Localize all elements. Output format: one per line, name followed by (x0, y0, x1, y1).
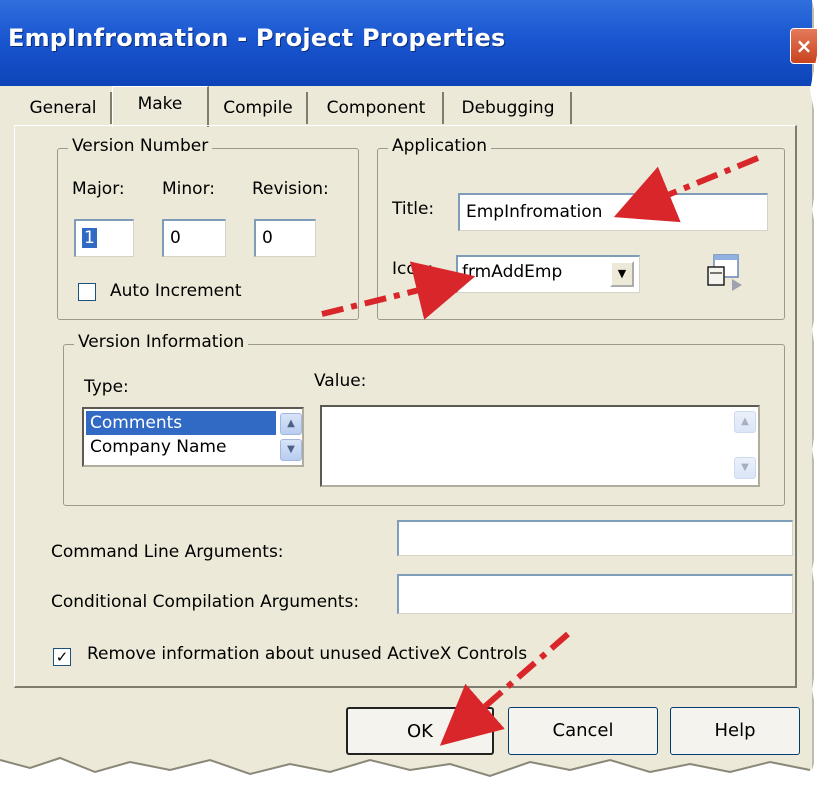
window-title: EmpInfromation - Project Properties (8, 24, 506, 52)
minor-input[interactable]: 0 (162, 219, 226, 257)
command-line-label: Command Line Arguments: (51, 542, 284, 562)
conditional-compilation-label: Conditional Compilation Arguments: (51, 592, 360, 612)
version-number-legend: Version Number (68, 136, 213, 156)
list-item[interactable]: Comments (86, 411, 276, 435)
form-icon (707, 254, 742, 291)
scroll-down-icon[interactable]: ▼ (280, 439, 302, 461)
revision-label: Revision: (252, 179, 329, 199)
close-icon: × (795, 34, 813, 58)
icon-label: Icon: (392, 259, 434, 279)
minor-label: Minor: (162, 179, 215, 199)
command-line-input[interactable] (397, 520, 793, 556)
title-input[interactable]: EmpInfromation (458, 193, 768, 231)
tab-make[interactable]: Make (112, 86, 209, 127)
title-label: Title: (392, 199, 435, 219)
title-bar[interactable]: EmpInfromation - Project Properties × (0, 0, 818, 86)
type-listbox[interactable]: Comments Company Name ▲ ▼ (82, 407, 304, 467)
close-button[interactable]: × (790, 28, 818, 64)
project-properties-dialog: EmpInfromation - Project Properties × Ge… (0, 0, 818, 775)
value-textbox[interactable]: ▲ ▼ (320, 405, 760, 487)
make-tab-panel: Version Number Major: Minor: Revision: 1… (14, 125, 797, 688)
scroll-up-icon[interactable]: ▲ (280, 413, 302, 435)
ok-button[interactable]: OK (346, 707, 494, 755)
tab-general[interactable]: General (16, 92, 112, 124)
value-scroll-down-icon[interactable]: ▼ (734, 457, 756, 479)
help-button[interactable]: Help (670, 707, 800, 755)
list-item[interactable]: Company Name (86, 435, 276, 459)
major-value: 1 (82, 228, 97, 248)
chevron-down-icon[interactable]: ▼ (610, 261, 634, 287)
value-scroll-up-icon[interactable]: ▲ (734, 411, 756, 433)
auto-increment-label: Auto Increment (110, 281, 242, 301)
auto-increment-checkbox[interactable] (78, 283, 96, 301)
icon-select[interactable]: frmAddEmp ▼ (456, 255, 640, 293)
major-input[interactable]: 1 (74, 219, 134, 257)
version-number-group: Version Number Major: Minor: Revision: 1… (57, 136, 359, 320)
version-information-legend: Version Information (74, 332, 249, 352)
tab-debugging[interactable]: Debugging (446, 92, 572, 124)
type-label: Type: (84, 377, 129, 397)
cancel-button[interactable]: Cancel (508, 707, 658, 755)
application-group: Application Title: EmpInfromation Icon: … (377, 136, 785, 320)
value-label: Value: (314, 371, 367, 391)
major-label: Major: (72, 179, 125, 199)
conditional-compilation-input[interactable] (397, 574, 793, 614)
check-icon: ✓ (55, 648, 69, 666)
revision-input[interactable]: 0 (254, 219, 316, 257)
remove-activex-label: Remove information about unused ActiveX … (87, 644, 528, 664)
application-legend: Application (388, 136, 491, 156)
version-information-group: Version Information Type: Value: Comment… (63, 332, 785, 506)
icon-select-value: frmAddEmp (462, 262, 563, 282)
tab-component[interactable]: Component (310, 92, 444, 124)
remove-activex-checkbox[interactable]: ✓ (53, 648, 71, 666)
tab-compile[interactable]: Compile (210, 92, 308, 124)
